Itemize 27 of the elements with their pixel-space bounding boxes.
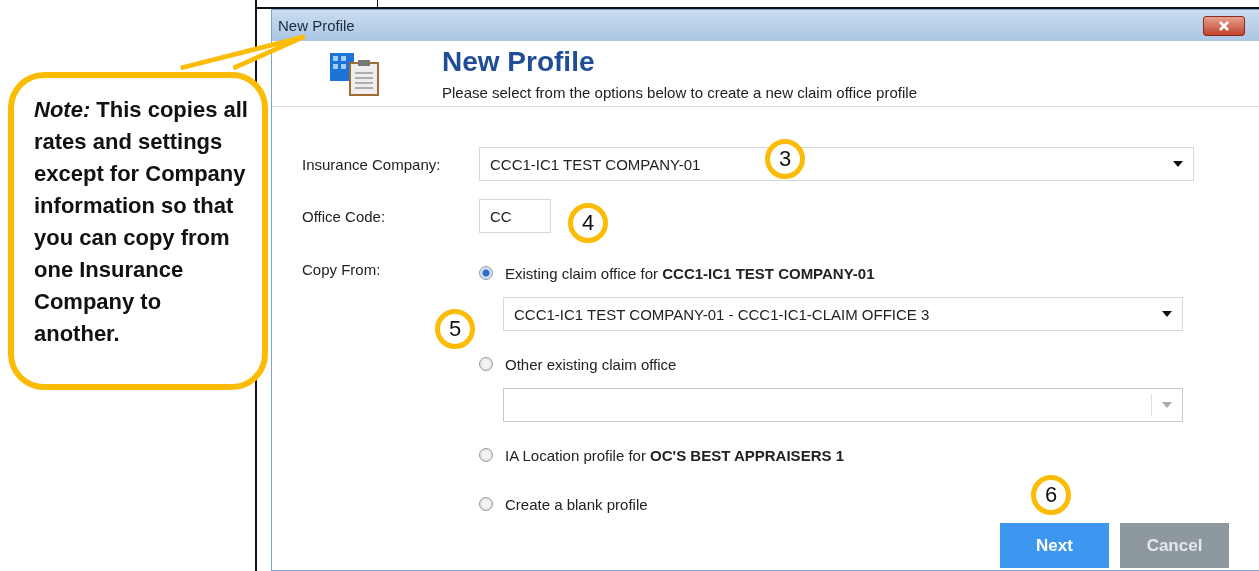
radio-option[interactable]: IA Location profile for OC'S BEST APPRAISERS 1 xyxy=(479,443,844,467)
close-icon xyxy=(1218,20,1230,31)
field-label: Office Code: xyxy=(302,207,387,225)
radio-option[interactable]: Existing claim office for CCC1-IC1 TEST COMPANY-01 xyxy=(479,261,875,285)
caret-icon xyxy=(1151,394,1172,416)
office-clipboard-icon xyxy=(330,50,382,97)
window-title: New Profile xyxy=(278,17,355,34)
field-label: Insurance Company: xyxy=(302,155,442,173)
claim-office-dropdown[interactable]: CCC1-IC1 TEST COMPANY-01 - CCC1-IC1-CLAIM OFFICE 3 xyxy=(503,297,1183,331)
caret-icon xyxy=(1162,311,1172,317)
radio-option[interactable]: Create a blank profile xyxy=(479,492,648,516)
close-button[interactable] xyxy=(1203,15,1245,36)
radio-button[interactable] xyxy=(479,448,493,462)
callout-number: 6 xyxy=(1031,475,1071,515)
field-label: Copy From: xyxy=(302,261,382,278)
callout-number: 4 xyxy=(568,203,608,243)
dialog-subtitle: Please select from the options below to create a new claim office profile xyxy=(442,84,917,101)
office-code-field[interactable]: CC xyxy=(479,199,551,233)
callout-number: 3 xyxy=(765,139,805,179)
callout-number: 5 xyxy=(435,309,475,349)
radio-option[interactable]: Other existing claim office xyxy=(479,352,677,376)
radio-button[interactable] xyxy=(479,266,493,280)
dialog-heading: New Profile xyxy=(442,46,596,78)
radio-button[interactable] xyxy=(479,357,493,371)
note-callout: Note: This copies all rates and settings except for Company information so that you can copy from one Insurance Company to another. xyxy=(8,72,268,390)
caret-icon xyxy=(1173,161,1183,167)
radio-button[interactable] xyxy=(479,497,493,511)
